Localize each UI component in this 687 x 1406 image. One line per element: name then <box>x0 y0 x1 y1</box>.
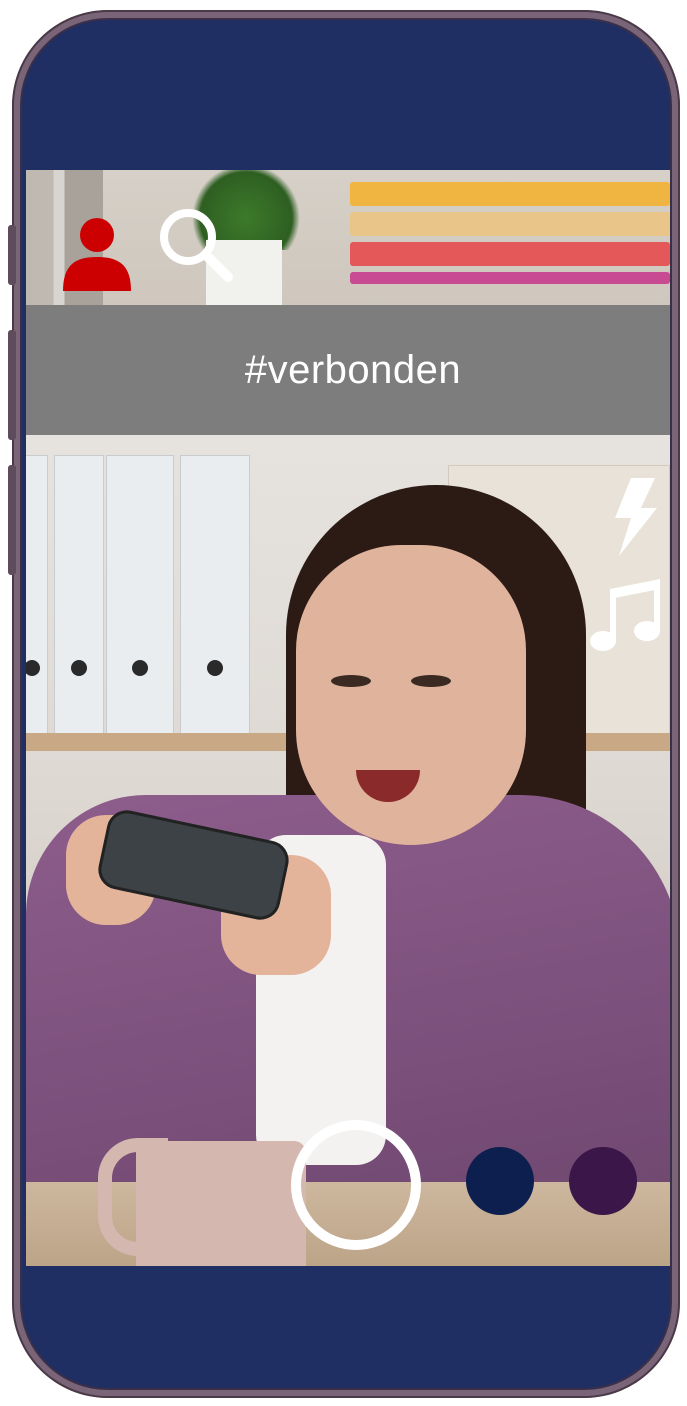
background-books <box>350 182 670 284</box>
coffee-mug <box>136 1141 306 1266</box>
viewfinder-top-area <box>26 170 670 305</box>
photo-scene <box>26 435 670 1266</box>
volume-down-button <box>8 330 16 440</box>
flash-icon[interactable] <box>611 478 661 556</box>
background-binder <box>106 455 174 737</box>
profile-icon[interactable] <box>61 215 133 293</box>
person-eye <box>331 675 371 687</box>
background-binder <box>180 455 250 737</box>
background-binder <box>26 455 48 737</box>
person-face <box>296 545 526 845</box>
phone-frame: #verbonden <box>8 10 680 1398</box>
phone-screen: #verbonden <box>20 18 672 1390</box>
person-eye <box>411 675 451 687</box>
color-option-navy[interactable] <box>466 1147 534 1215</box>
hashtag-label: #verbonden <box>244 347 462 392</box>
music-note-icon[interactable] <box>586 575 666 655</box>
shutter-button[interactable] <box>291 1120 421 1250</box>
background-binder <box>54 455 104 737</box>
search-icon[interactable] <box>156 205 236 285</box>
hashtag-banner: #verbonden <box>26 305 670 435</box>
camera-viewfinder: #verbonden <box>26 170 670 1266</box>
side-button <box>8 465 16 575</box>
volume-up-button <box>8 225 16 285</box>
color-option-purple[interactable] <box>569 1147 637 1215</box>
